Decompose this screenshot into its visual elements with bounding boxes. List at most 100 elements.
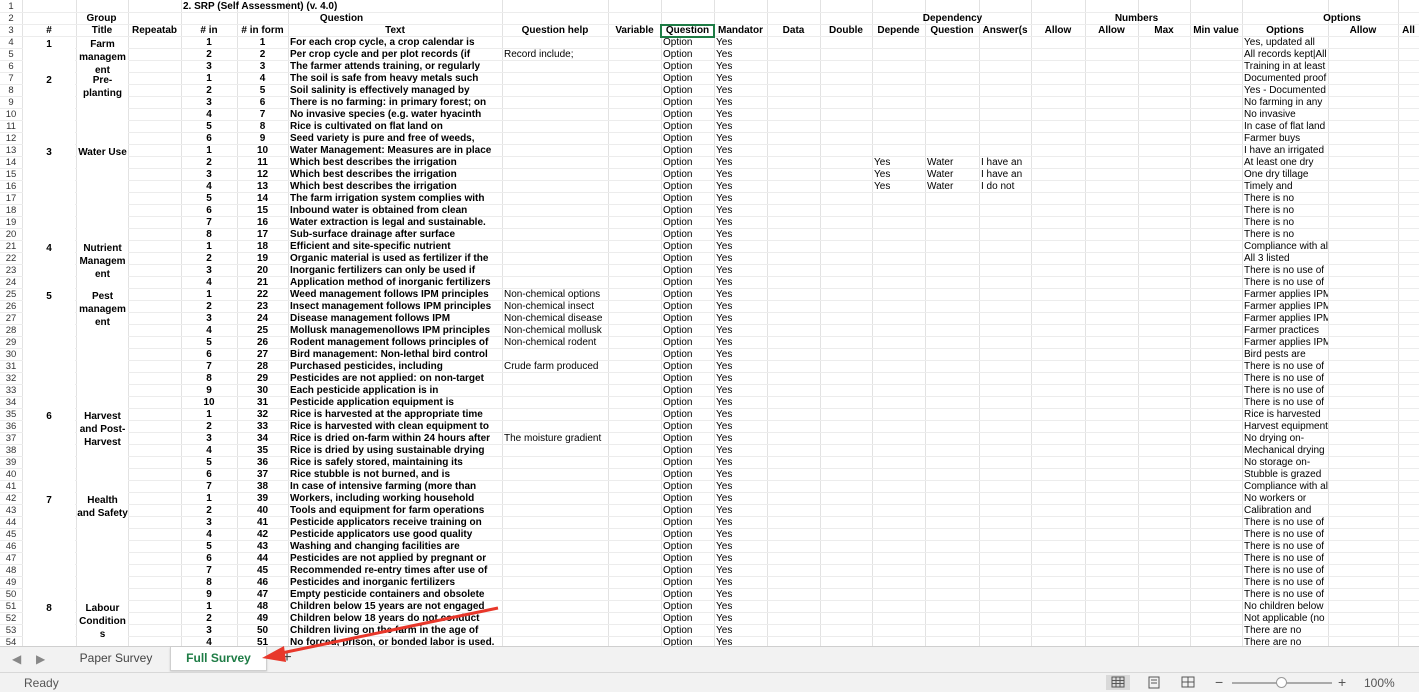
- table-cell[interactable]: No forced, prison, or bonded labor is us…: [288, 637, 502, 646]
- group-number[interactable]: 4: [23, 241, 75, 289]
- table-cell[interactable]: Option: [661, 253, 714, 265]
- table-cell[interactable]: Timely and: [1242, 181, 1328, 193]
- table-cell[interactable]: Inorganic fertilizers can only be used i…: [288, 265, 502, 277]
- table-cell[interactable]: 3: [181, 97, 237, 109]
- row-number[interactable]: 50: [0, 589, 22, 601]
- table-cell[interactable]: Option: [661, 73, 714, 85]
- table-cell[interactable]: 2: [181, 505, 237, 517]
- table-cell[interactable]: Yes: [714, 145, 767, 157]
- selected-cell[interactable]: [660, 24, 715, 38]
- table-cell[interactable]: 50: [237, 625, 288, 637]
- table-cell[interactable]: There is no use of: [1242, 529, 1328, 541]
- table-cell[interactable]: Yes: [714, 517, 767, 529]
- row-number[interactable]: 10: [0, 109, 22, 121]
- table-cell[interactable]: 1: [181, 601, 237, 613]
- group-number[interactable]: 1: [23, 37, 75, 73]
- table-cell[interactable]: 41: [237, 517, 288, 529]
- table-cell[interactable]: Water: [925, 169, 979, 181]
- table-cell[interactable]: Yes: [714, 553, 767, 565]
- table-cell[interactable]: Option: [661, 97, 714, 109]
- row-number[interactable]: 40: [0, 469, 22, 481]
- table-cell[interactable]: Yes: [714, 613, 767, 625]
- table-cell[interactable]: Option: [661, 421, 714, 433]
- table-cell[interactable]: Yes: [714, 625, 767, 637]
- table-cell[interactable]: Option: [661, 193, 714, 205]
- table-cell[interactable]: Yes: [714, 421, 767, 433]
- row-number[interactable]: 19: [0, 217, 22, 229]
- table-cell[interactable]: Calibration and: [1242, 505, 1328, 517]
- row-number[interactable]: 54: [0, 637, 22, 646]
- table-cell[interactable]: I have an irrigated: [1242, 145, 1328, 157]
- table-cell[interactable]: There is no: [1242, 217, 1328, 229]
- zoom-out-button[interactable]: −: [1215, 674, 1223, 690]
- table-cell[interactable]: 2: [181, 49, 237, 61]
- table-cell[interactable]: Option: [661, 409, 714, 421]
- table-cell[interactable]: Pesticide applicators use good quality: [288, 529, 502, 541]
- row-number[interactable]: 13: [0, 145, 22, 157]
- row-number[interactable]: 21: [0, 241, 22, 253]
- row-number[interactable]: 15: [0, 169, 22, 181]
- table-cell[interactable]: Option: [661, 541, 714, 553]
- table-cell[interactable]: 5: [237, 85, 288, 97]
- table-cell[interactable]: All records kept|All: [1242, 49, 1328, 61]
- table-cell[interactable]: 2: [181, 85, 237, 97]
- table-cell[interactable]: Option: [661, 241, 714, 253]
- page-layout-view-button[interactable]: [1142, 675, 1166, 690]
- table-cell[interactable]: Yes: [714, 493, 767, 505]
- row-number[interactable]: 17: [0, 193, 22, 205]
- table-cell[interactable]: Pesticide application equipment is: [288, 397, 502, 409]
- table-cell[interactable]: Yes: [714, 277, 767, 289]
- table-cell[interactable]: Children living on the farm in the age o…: [288, 625, 502, 637]
- table-cell[interactable]: 7: [181, 481, 237, 493]
- table-cell[interactable]: Option: [661, 109, 714, 121]
- table-cell[interactable]: Yes: [714, 577, 767, 589]
- table-cell[interactable]: Yes: [872, 157, 925, 169]
- row-number[interactable]: 44: [0, 517, 22, 529]
- table-cell[interactable]: 4: [181, 529, 237, 541]
- table-cell[interactable]: Option: [661, 205, 714, 217]
- table-cell[interactable]: Water: [925, 181, 979, 193]
- table-cell[interactable]: Weed management follows IPM principles: [288, 289, 502, 301]
- table-cell[interactable]: Yes: [714, 349, 767, 361]
- table-cell[interactable]: Yes: [714, 181, 767, 193]
- table-cell[interactable]: Option: [661, 601, 714, 613]
- table-cell[interactable]: There are no: [1242, 637, 1328, 646]
- column-header[interactable]: Repeatab: [128, 25, 181, 37]
- table-cell[interactable]: Yes: [714, 313, 767, 325]
- table-cell[interactable]: No drying on-: [1242, 433, 1328, 445]
- table-cell[interactable]: 46: [237, 577, 288, 589]
- table-cell[interactable]: 1: [181, 73, 237, 85]
- table-cell[interactable]: 8: [181, 373, 237, 385]
- column-header[interactable]: Data: [767, 25, 820, 37]
- table-cell[interactable]: 5: [181, 457, 237, 469]
- table-cell[interactable]: 2: [237, 49, 288, 61]
- table-cell[interactable]: Stubble is grazed: [1242, 469, 1328, 481]
- row-number[interactable]: 24: [0, 277, 22, 289]
- table-cell[interactable]: Option: [661, 469, 714, 481]
- table-cell[interactable]: Option: [661, 565, 714, 577]
- table-cell[interactable]: In case of flat land: [1242, 121, 1328, 133]
- numbers-header[interactable]: Numbers: [1031, 13, 1242, 25]
- table-cell[interactable]: Option: [661, 613, 714, 625]
- table-cell[interactable]: There is no use of: [1242, 577, 1328, 589]
- row-number[interactable]: 53: [0, 625, 22, 637]
- table-cell[interactable]: All 3 listed: [1242, 253, 1328, 265]
- table-cell[interactable]: Documented proof: [1242, 73, 1328, 85]
- group-title[interactable]: Farm managem ent: [77, 37, 128, 73]
- row-number[interactable]: 34: [0, 397, 22, 409]
- row-number[interactable]: 20: [0, 229, 22, 241]
- table-cell[interactable]: There is no use of: [1242, 277, 1328, 289]
- column-header[interactable]: Depende: [872, 25, 925, 37]
- group-title[interactable]: Water Use: [77, 145, 128, 241]
- group-title[interactable]: Pre-planting: [77, 73, 128, 145]
- table-cell[interactable]: Tools and equipment for farm operations: [288, 505, 502, 517]
- table-cell[interactable]: Yes: [714, 133, 767, 145]
- table-cell[interactable]: Mechanical drying: [1242, 445, 1328, 457]
- table-cell[interactable]: 43: [237, 541, 288, 553]
- row-number[interactable]: 6: [0, 61, 22, 73]
- table-cell[interactable]: Yes - Documented: [1242, 85, 1328, 97]
- table-cell[interactable]: 21: [237, 277, 288, 289]
- table-cell[interactable]: 4: [181, 445, 237, 457]
- table-cell[interactable]: Yes: [714, 457, 767, 469]
- table-cell[interactable]: There is no use of: [1242, 397, 1328, 409]
